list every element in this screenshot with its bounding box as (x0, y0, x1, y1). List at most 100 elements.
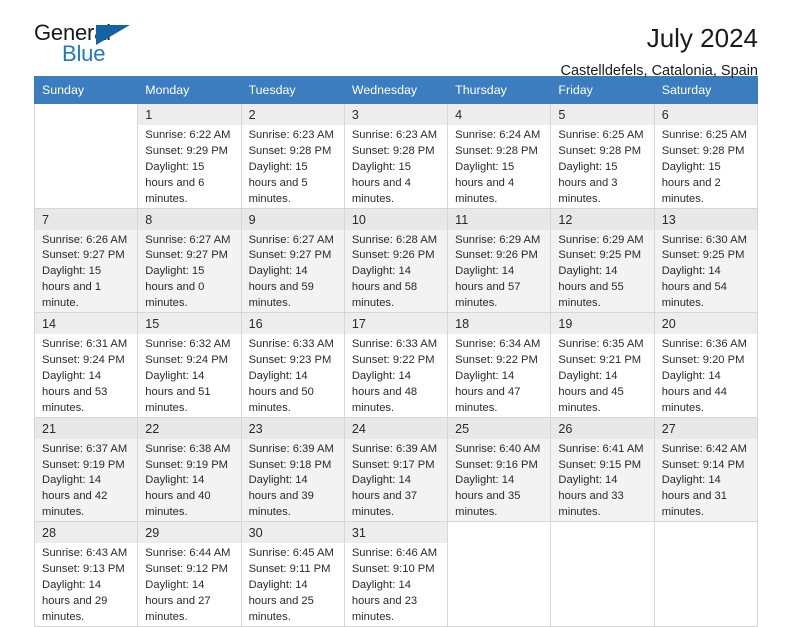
sunrise-text: Sunrise: 6:32 AM (145, 338, 231, 351)
sunrise-text: Sunrise: 6:37 AM (42, 442, 128, 455)
day-number: 6 (654, 104, 757, 125)
calendar-day-cell[interactable]: 16 Sunrise: 6:33 AM Sunset: 9:23 PM Dayligh… (240, 312, 345, 418)
daylight-text: Daylight: 14 hours and 33 minutes. (558, 474, 624, 519)
day-number: 1 (138, 104, 241, 125)
calendar-day-cell[interactable]: 11 Sunrise: 6:29 AM Sunset: 9:26 PM Dayligh… (447, 207, 552, 314)
calendar-cell-empty (447, 521, 552, 627)
calendar-day-cell[interactable]: 19 Sunrise: 6:35 AM Sunset: 9:21 PM Dayligh… (550, 312, 655, 418)
day-number: 8 (138, 208, 241, 230)
sunrise-text: Sunrise: 6:26 AM (42, 233, 128, 246)
calendar-day-cell[interactable]: 2 Sunrise: 6:23 AM Sunset: 9:28 PM Daylight… (240, 103, 345, 209)
sunset-text: Sunset: 9:17 PM (351, 458, 435, 471)
day-details: Sunrise: 6:28 AM Sunset: 9:26 PM Daylight:… (344, 229, 448, 313)
sunset-text: Sunset: 9:28 PM (455, 144, 538, 157)
calendar-day-cell[interactable]: 15 Sunrise: 6:32 AM Sunset: 9:24 PM Dayligh… (137, 312, 242, 418)
calendar-week-row: 28 Sunrise: 6:43 AM Sunset: 9:13 PM Dayligh… (33, 521, 759, 627)
calendar-day-cell[interactable]: 8 Sunrise: 6:27 AM Sunset: 9:27 PM Daylight… (137, 207, 242, 314)
day-number: 28 (35, 522, 138, 544)
sunset-text: Sunset: 9:28 PM (558, 144, 642, 157)
calendar-day-cell[interactable]: 13 Sunrise: 6:30 AM Sunset: 9:25 PM Dayligh… (653, 207, 759, 314)
calendar-day-cell[interactable]: 29 Sunrise: 6:44 AM Sunset: 9:12 PM Dayligh… (137, 521, 242, 627)
calendar-day-cell[interactable]: 21 Sunrise: 6:37 AM Sunset: 9:19 PM Dayligh… (33, 416, 139, 523)
calendar-day-cell[interactable]: 20 Sunrise: 6:36 AM Sunset: 9:20 PM Dayligh… (653, 312, 759, 418)
calendar-day-cell[interactable]: 4 Sunrise: 6:24 AM Sunset: 9:28 PM Daylight… (447, 103, 552, 209)
day-number: 14 (35, 313, 138, 335)
sunset-text: Sunset: 9:20 PM (661, 353, 745, 366)
day-number: 21 (35, 417, 138, 439)
day-number: 20 (654, 313, 757, 335)
sunrise-text: Sunrise: 6:27 AM (248, 233, 334, 246)
calendar-day-cell[interactable]: 3 Sunrise: 6:23 AM Sunset: 9:28 PM Daylight… (343, 103, 449, 209)
sunset-text: Sunset: 9:21 PM (558, 353, 642, 366)
calendar-body: 1 Sunrise: 6:22 AM Sunset: 9:29 PM Daylight… (33, 103, 759, 627)
calendar-day-cell[interactable]: 31 Sunrise: 6:46 AM Sunset: 9:10 PM Dayligh… (343, 521, 449, 627)
calendar-day-cell[interactable]: 24 Sunrise: 6:39 AM Sunset: 9:17 PM Dayligh… (343, 416, 449, 523)
daylight-text: Daylight: 15 hours and 6 minutes. (145, 160, 205, 205)
daylight-text: Daylight: 14 hours and 59 minutes. (248, 265, 314, 310)
daylight-text: Daylight: 14 hours and 45 minutes. (558, 369, 624, 414)
calendar-day-cell[interactable]: 6 Sunrise: 6:25 AM Sunset: 9:28 PM Daylight… (653, 103, 759, 209)
day-number: 7 (35, 208, 138, 230)
sunrise-text: Sunrise: 6:33 AM (248, 338, 334, 351)
calendar-day-cell[interactable]: 18 Sunrise: 6:34 AM Sunset: 9:22 PM Dayligh… (447, 312, 552, 418)
day-details: Sunrise: 6:23 AM Sunset: 9:28 PM Daylight:… (345, 125, 447, 208)
daylight-text: Daylight: 14 hours and 50 minutes. (248, 369, 314, 414)
calendar-day-cell[interactable]: 26 Sunrise: 6:41 AM Sunset: 9:15 PM Dayligh… (550, 416, 655, 523)
sunrise-text: Sunrise: 6:45 AM (248, 547, 334, 560)
daylight-text: Daylight: 14 hours and 58 minutes. (351, 265, 418, 310)
day-number: 16 (241, 313, 344, 335)
sunrise-text: Sunrise: 6:36 AM (661, 338, 747, 351)
sunrise-text: Sunrise: 6:27 AM (145, 233, 231, 246)
daylight-text: Daylight: 14 hours and 35 minutes. (455, 474, 521, 519)
daylight-text: Daylight: 15 hours and 0 minutes. (145, 265, 205, 310)
calendar-day-cell[interactable]: 27 Sunrise: 6:42 AM Sunset: 9:14 PM Dayligh… (653, 416, 759, 523)
calendar-day-cell[interactable]: 17 Sunrise: 6:33 AM Sunset: 9:22 PM Dayligh… (343, 312, 449, 418)
calendar-day-cell[interactable]: 25 Sunrise: 6:40 AM Sunset: 9:16 PM Dayligh… (447, 416, 552, 523)
calendar-day-cell[interactable]: 14 Sunrise: 6:31 AM Sunset: 9:24 PM Dayligh… (33, 312, 139, 418)
calendar-table: Sunday Monday Tuesday Wednesday Thursday Frid… (33, 76, 759, 627)
calendar-day-cell[interactable]: 9 Sunrise: 6:27 AM Sunset: 9:27 PM Daylight… (240, 207, 345, 314)
title-block: July 2024 Castelldefels, Catalonia, Spai… (561, 22, 758, 79)
daylight-text: Daylight: 14 hours and 31 minutes. (661, 474, 727, 519)
sunset-text: Sunset: 9:28 PM (351, 144, 435, 157)
day-number: 11 (448, 208, 551, 230)
calendar-day-cell[interactable]: 1 Sunrise: 6:22 AM Sunset: 9:29 PM Daylight… (137, 103, 242, 209)
logo-text-blue: Blue (62, 41, 106, 66)
calendar-day-cell[interactable]: 22 Sunrise: 6:38 AM Sunset: 9:19 PM Dayligh… (137, 416, 242, 523)
day-details: Sunrise: 6:31 AM Sunset: 9:24 PM Daylight:… (35, 334, 137, 417)
page-header: General Blue July 2024 Castelldefels, Ca… (34, 0, 758, 79)
sunset-text: Sunset: 9:19 PM (145, 458, 228, 471)
sunset-text: Sunset: 9:28 PM (248, 144, 332, 157)
calendar-day-cell[interactable]: 23 Sunrise: 6:39 AM Sunset: 9:18 PM Dayligh… (240, 416, 345, 523)
daylight-text: Daylight: 15 hours and 5 minutes. (248, 160, 308, 205)
general-blue-logo[interactable]: General Blue (34, 22, 164, 70)
calendar-day-cell[interactable]: 28 Sunrise: 6:43 AM Sunset: 9:13 PM Dayligh… (33, 521, 139, 627)
sunset-text: Sunset: 9:27 PM (248, 249, 332, 262)
day-number: 10 (344, 208, 448, 230)
sunrise-text: Sunrise: 6:28 AM (351, 233, 438, 246)
sunrise-text: Sunrise: 6:42 AM (661, 442, 747, 455)
sunrise-text: Sunrise: 6:46 AM (351, 547, 438, 560)
day-details: Sunrise: 6:27 AM Sunset: 9:27 PM Daylight:… (138, 229, 241, 313)
sunset-text: Sunset: 9:26 PM (455, 249, 538, 262)
day-details: Sunrise: 6:27 AM Sunset: 9:27 PM Daylight:… (241, 229, 344, 313)
page-subtitle: Castelldefels, Catalonia, Spain (560, 62, 758, 79)
day-details: Sunrise: 6:42 AM Sunset: 9:14 PM Daylight:… (654, 438, 757, 522)
sunrise-text: Sunrise: 6:35 AM (558, 338, 644, 351)
calendar-day-cell[interactable]: 7 Sunrise: 6:26 AM Sunset: 9:27 PM Daylight… (33, 207, 139, 314)
daylight-text: Daylight: 15 hours and 4 minutes. (455, 160, 515, 205)
calendar-week-row: 21 Sunrise: 6:37 AM Sunset: 9:19 PM Dayligh… (33, 416, 759, 523)
calendar-day-cell[interactable]: 10 Sunrise: 6:28 AM Sunset: 9:26 PM Dayligh… (343, 207, 449, 314)
calendar-day-cell[interactable]: 12 Sunrise: 6:29 AM Sunset: 9:25 PM Dayligh… (550, 207, 655, 314)
calendar-day-cell[interactable]: 30 Sunrise: 6:45 AM Sunset: 9:11 PM Dayligh… (240, 521, 345, 627)
daylight-text: Daylight: 14 hours and 25 minutes. (248, 578, 314, 623)
daylight-text: Daylight: 14 hours and 48 minutes. (351, 369, 418, 414)
day-details: Sunrise: 6:45 AM Sunset: 9:11 PM Daylight:… (242, 543, 344, 626)
calendar-day-cell[interactable]: 5 Sunrise: 6:25 AM Sunset: 9:28 PM Daylight… (550, 103, 655, 209)
day-details: Sunrise: 6:26 AM Sunset: 9:27 PM Daylight:… (35, 229, 138, 313)
sunrise-text: Sunrise: 6:23 AM (248, 129, 334, 141)
daylight-text: Daylight: 14 hours and 23 minutes. (351, 578, 418, 623)
daylight-text: Daylight: 14 hours and 42 minutes. (42, 474, 108, 519)
day-details: Sunrise: 6:37 AM Sunset: 9:19 PM Daylight:… (35, 438, 138, 522)
day-number: 13 (654, 208, 757, 230)
